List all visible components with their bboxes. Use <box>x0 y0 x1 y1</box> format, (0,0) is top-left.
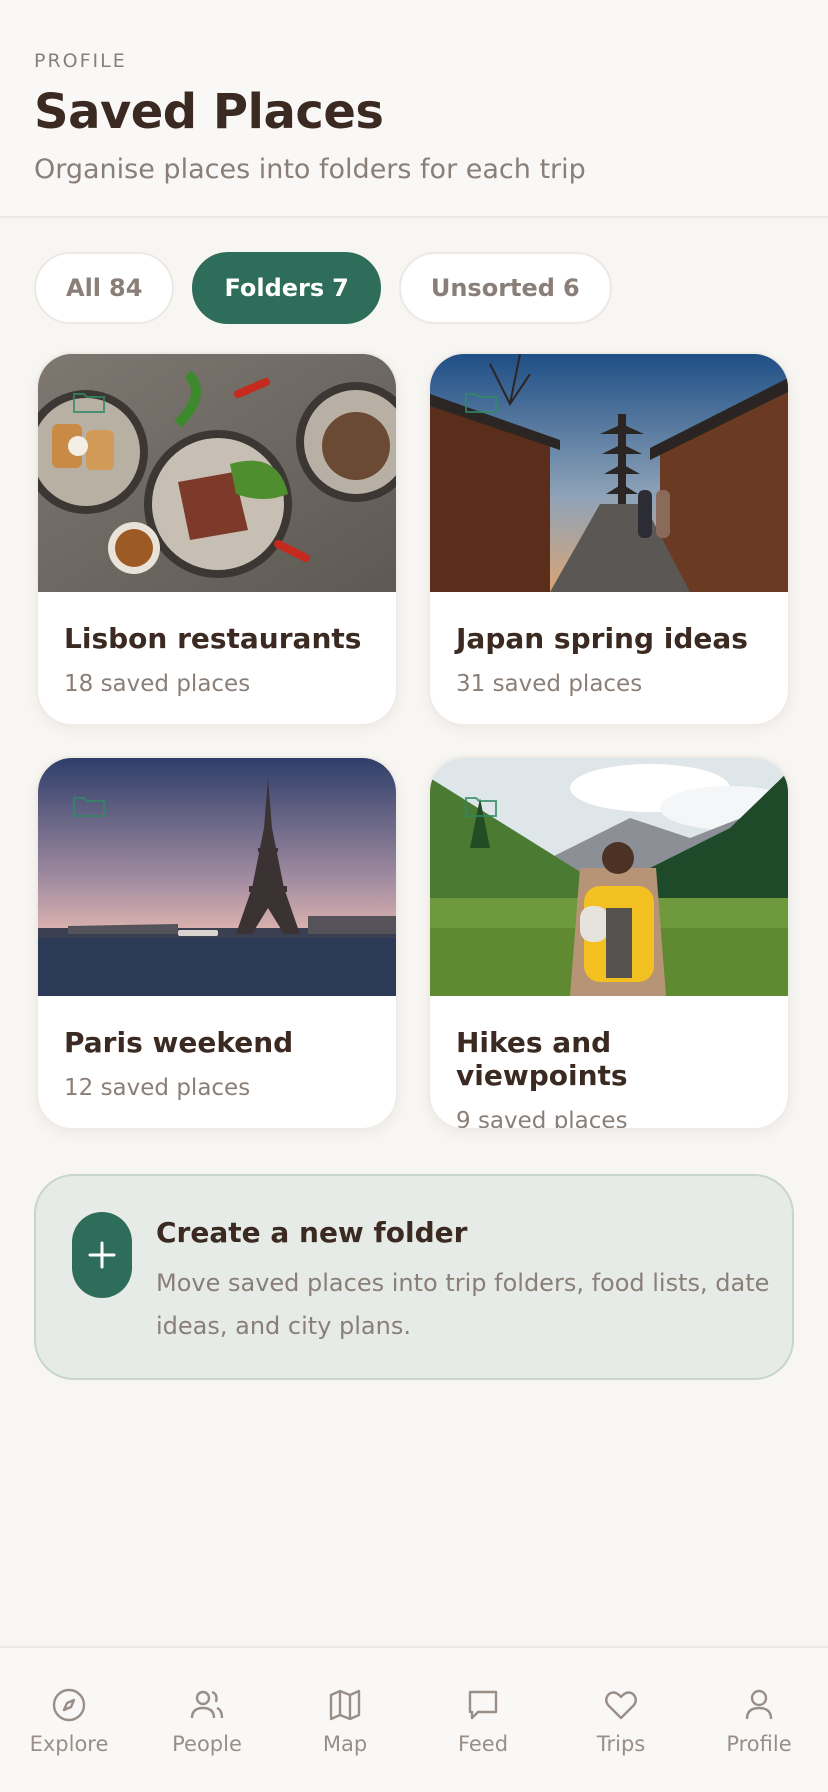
folder-name: Hikes and viewpoints <box>456 1026 628 1092</box>
folder-icon <box>465 393 497 413</box>
folder-grid: Lisbon restaurants 18 saved places Japan… <box>36 352 790 1130</box>
nav-label: Profile <box>726 1732 792 1756</box>
create-folder-description: Move saved places into trip folders, foo… <box>156 1269 770 1340</box>
section-eyebrow: PROFILE <box>34 50 127 72</box>
folder-card-lisbon-restaurants[interactable]: Lisbon restaurants 18 saved places <box>36 352 398 726</box>
create-folder-button[interactable] <box>72 1212 132 1298</box>
compass-icon <box>52 1688 86 1722</box>
tab-label: Folders <box>224 274 325 302</box>
nav-explore[interactable]: Explore <box>14 1686 124 1756</box>
nav-feed[interactable]: Feed <box>428 1686 538 1756</box>
folder-card-hikes-and-viewpoints[interactable]: Hikes and viewpoints 9 saved places <box>428 756 790 1130</box>
nav-label: Map <box>322 1732 368 1756</box>
tab-label: All <box>66 274 102 302</box>
tab-folders[interactable]: Folders 7 <box>192 252 381 324</box>
folder-cover-image <box>38 354 396 592</box>
page-header: PROFILE Saved Places Organise places int… <box>0 0 828 218</box>
folder-count: 18 saved places <box>64 671 251 697</box>
nav-label: Explore <box>29 1732 109 1756</box>
nav-map[interactable]: Map <box>290 1686 400 1756</box>
nav-label: Trips <box>596 1732 646 1756</box>
bottom-tab-bar: Explore People Map Feed Trips Profile <box>0 1646 828 1792</box>
chat-bubble-icon <box>468 1690 498 1720</box>
plus-icon <box>88 1241 116 1269</box>
folder-name: Japan spring ideas <box>456 622 748 655</box>
heart-icon <box>605 1691 637 1720</box>
tab-all[interactable]: All 84 <box>34 252 175 324</box>
folder-icon <box>73 393 105 413</box>
page-title: Saved Places <box>34 84 384 140</box>
folder-card-japan-spring-ideas[interactable]: Japan spring ideas 31 saved places <box>428 352 790 726</box>
tab-count: 7 <box>332 274 349 302</box>
folder-cover-image <box>38 758 396 996</box>
create-folder-title: Create a new folder <box>156 1216 468 1249</box>
folder-count: 12 saved places <box>64 1075 251 1101</box>
nav-label: Feed <box>457 1732 509 1756</box>
user-icon <box>745 1689 773 1720</box>
nav-trips[interactable]: Trips <box>566 1686 676 1756</box>
folder-name: Lisbon restaurants <box>64 622 362 655</box>
create-folder-card[interactable]: Create a new folder Move saved places in… <box>34 1174 794 1380</box>
nav-profile[interactable]: Profile <box>704 1686 814 1756</box>
tab-unsorted[interactable]: Unsorted 6 <box>398 252 612 324</box>
folder-icon <box>73 797 105 817</box>
page-subtitle: Organise places into folders for each tr… <box>34 154 586 185</box>
nav-people[interactable]: People <box>152 1686 262 1756</box>
folder-cover-image <box>430 354 788 592</box>
folder-count: 9 saved places <box>456 1108 628 1130</box>
tab-count: 6 <box>562 274 580 302</box>
folder-count: 31 saved places <box>456 671 643 697</box>
tab-count: 84 <box>109 274 143 302</box>
people-icon <box>190 1690 224 1719</box>
folder-cover-image <box>430 758 788 996</box>
folder-card-paris-weekend[interactable]: Paris weekend 12 saved places <box>36 756 398 1130</box>
folder-icon <box>465 797 497 817</box>
map-icon <box>329 1689 361 1721</box>
filter-tabs: All 84 Folders 7 Unsorted 6 <box>34 252 612 324</box>
tab-label: Unsorted <box>430 274 555 302</box>
saved-places-screen: PROFILE Saved Places Organise places int… <box>0 0 828 1792</box>
nav-label: People <box>172 1732 242 1756</box>
folder-name: Paris weekend <box>64 1026 294 1059</box>
